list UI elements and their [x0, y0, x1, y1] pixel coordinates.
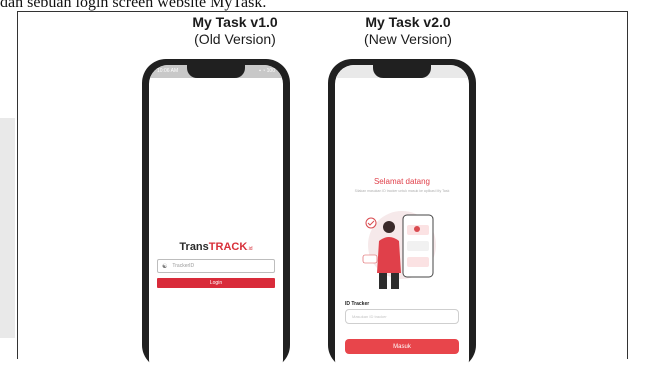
phone-notch — [187, 65, 245, 78]
new-version-title: My Task v2.0 — [365, 14, 451, 30]
tracker-id-input[interactable]: ☯ TrackerID — [157, 259, 275, 273]
login-button[interactable]: Login — [157, 278, 275, 288]
person-with-phone-illustration — [362, 211, 436, 289]
phone-notch — [373, 65, 431, 78]
tracker-id-placeholder: TrackerID — [172, 263, 195, 269]
status-time: 10:06 AM — [157, 68, 179, 74]
old-version-title: My Task v1.0 — [192, 14, 278, 30]
id-tracker-label: ID Tracker — [345, 301, 370, 307]
status-icons: ▪ ◔ 100 — [259, 68, 275, 74]
user-icon: ☯ — [162, 263, 168, 270]
welcome-heading: Selamat datang — [373, 177, 431, 186]
old-version-heading: My Task v1.0 (Old Version) — [155, 14, 315, 48]
comparison-figure: My Task v1.0 (Old Version) 10:06 AM ▪ ◔ … — [17, 11, 628, 379]
transtrack-logo: TransTRACK.id — [179, 241, 253, 253]
masuk-button-label: Masuk — [393, 343, 411, 350]
id-tracker-input[interactable]: Masukan ID tracker — [345, 309, 459, 324]
left-margin-bar — [0, 118, 15, 338]
old-phone-screen: 10:06 AM ▪ ◔ 100 TransTRACK.id ☯ Tracker… — [149, 65, 283, 379]
new-version-heading: My Task v2.0 (New Version) — [328, 14, 488, 48]
new-phone-screen: Selamat datang Silakan masukan ID tracke… — [335, 65, 469, 379]
welcome-description: Silakan masukan ID tracker untuk masuk k… — [354, 189, 450, 193]
login-button-label: Login — [209, 280, 223, 286]
new-version-subtitle: (New Version) — [364, 31, 452, 47]
old-phone: 10:06 AM ▪ ◔ 100 TransTRACK.id ☯ Tracker… — [142, 59, 290, 379]
id-tracker-placeholder: Masukan ID tracker — [352, 314, 387, 319]
new-phone: Selamat datang Silakan masukan ID tracke… — [328, 59, 476, 379]
masuk-button[interactable]: Masuk — [345, 339, 459, 354]
old-version-subtitle: (Old Version) — [194, 31, 276, 47]
